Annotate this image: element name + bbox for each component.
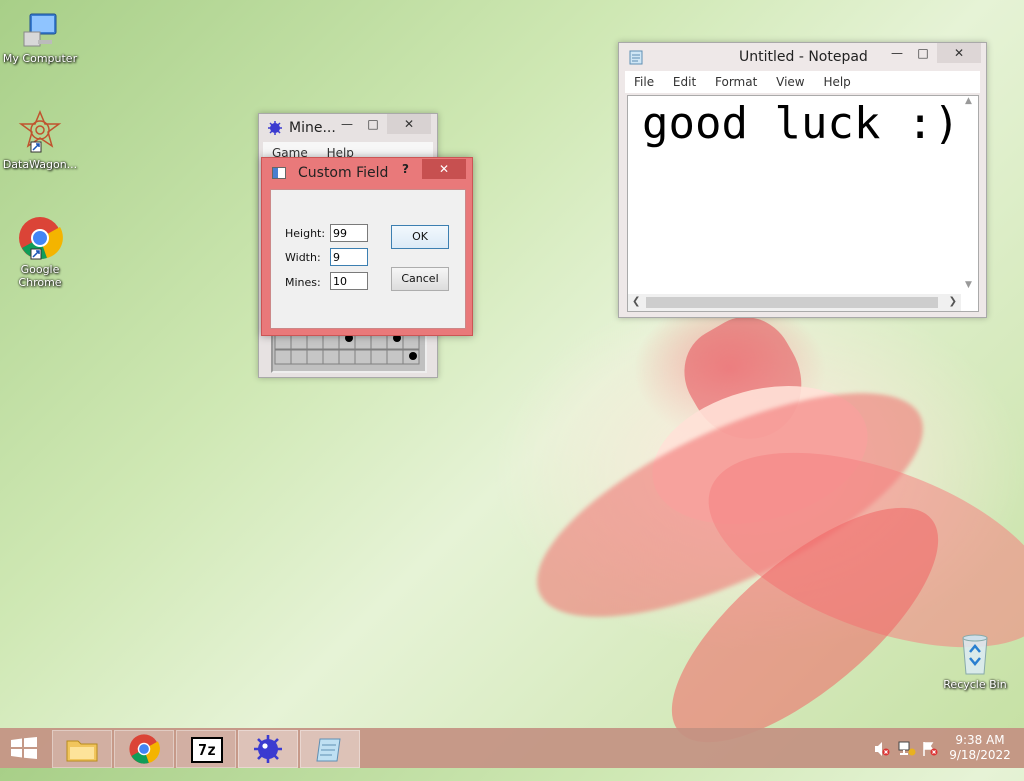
cancel-button[interactable]: Cancel bbox=[391, 267, 449, 291]
chrome-icon bbox=[129, 734, 160, 764]
chrome-icon bbox=[19, 217, 63, 260]
scroll-right-arrow-icon[interactable]: ❯ bbox=[949, 296, 957, 307]
taskbar-chrome[interactable] bbox=[114, 730, 174, 768]
folder-icon bbox=[66, 740, 98, 762]
dialog-window-icon bbox=[272, 167, 286, 179]
notepad-app-icon bbox=[629, 50, 643, 65]
minimize-button[interactable]: — bbox=[887, 43, 907, 63]
vertical-scrollbar[interactable]: ▲ ▼ bbox=[961, 96, 978, 292]
minimize-button[interactable]: — bbox=[337, 114, 357, 134]
scroll-up-arrow-icon[interactable]: ▲ bbox=[965, 96, 972, 106]
menu-format[interactable]: Format bbox=[715, 75, 757, 89]
computer-icon bbox=[23, 13, 57, 47]
scroll-thumb[interactable] bbox=[646, 297, 938, 308]
notepad-text[interactable]: good luck :) bbox=[642, 98, 960, 149]
dialog-body: Height: Width: Mines: OK Cancel bbox=[270, 189, 466, 329]
datawagon-icon bbox=[18, 110, 62, 153]
mines-label: Mines: bbox=[285, 276, 321, 289]
height-input[interactable] bbox=[330, 224, 368, 242]
height-label: Height: bbox=[285, 227, 326, 240]
notepad-window[interactable]: Untitled - Notepad — □ ✕ File Edit Forma… bbox=[618, 42, 987, 318]
notepad-editor[interactable]: good luck :) ▲ ▼ ❮ ❯ bbox=[627, 95, 979, 312]
notepad-title: Untitled - Notepad bbox=[739, 49, 868, 65]
taskbar-minesweeper[interactable] bbox=[238, 730, 298, 768]
7zip-icon: 7z bbox=[191, 737, 223, 763]
maximize-button[interactable]: □ bbox=[913, 43, 933, 63]
menu-view[interactable]: View bbox=[776, 75, 804, 89]
scroll-down-arrow-icon[interactable]: ▼ bbox=[965, 280, 972, 290]
mine-cells[interactable] bbox=[273, 331, 425, 371]
mines-input[interactable] bbox=[330, 272, 368, 290]
menu-help[interactable]: Help bbox=[823, 75, 850, 89]
desktop-icon-recycle-bin[interactable]: Recycle Bin bbox=[935, 632, 1015, 691]
scroll-left-arrow-icon[interactable]: ❮ bbox=[632, 296, 640, 307]
desktop-icon-datawagon[interactable]: DataWagon... bbox=[0, 110, 80, 171]
desktop-icon-google-chrome[interactable]: Google Chrome bbox=[0, 215, 80, 289]
help-button[interactable]: ? bbox=[402, 162, 409, 176]
width-input[interactable] bbox=[330, 248, 368, 266]
desktop-icon-label: Recycle Bin bbox=[943, 678, 1007, 691]
menu-file[interactable]: File bbox=[634, 75, 654, 89]
taskbar-7zip[interactable]: 7z bbox=[176, 730, 236, 768]
ok-button[interactable]: OK bbox=[391, 225, 449, 249]
maximize-button[interactable]: □ bbox=[363, 114, 383, 134]
minesweeper-title: Mine... bbox=[289, 120, 336, 136]
notepad-icon bbox=[316, 738, 341, 762]
clock[interactable]: 9:38 AM 9/18/2022 bbox=[948, 733, 1012, 763]
close-button[interactable]: ✕ bbox=[387, 114, 431, 134]
clock-date: 9/18/2022 bbox=[949, 748, 1011, 762]
custom-field-dialog[interactable]: Custom Field ? ✕ Height: Width: Mines: O… bbox=[261, 157, 473, 336]
minesweeper-icon bbox=[254, 735, 282, 763]
windows-logo-icon bbox=[11, 737, 37, 759]
action-center-flag-icon[interactable] bbox=[922, 741, 938, 757]
clock-time: 9:38 AM bbox=[955, 733, 1005, 747]
horizontal-scrollbar[interactable]: ❮ ❯ bbox=[628, 294, 961, 311]
width-label: Width: bbox=[285, 251, 321, 264]
desktop-icon-my-computer[interactable]: My Computer bbox=[0, 10, 80, 65]
speaker-muted-icon[interactable] bbox=[874, 741, 890, 757]
dialog-title: Custom Field bbox=[298, 165, 389, 181]
minesweeper-app-icon bbox=[268, 121, 282, 135]
recycle-bin-icon bbox=[962, 634, 988, 675]
taskbar: 7z 9:38 AM 9/18/2022 bbox=[0, 728, 1024, 768]
wallpaper-flower-stamen bbox=[667, 300, 823, 460]
dialog-close-button[interactable]: ✕ bbox=[422, 159, 466, 179]
desktop-icon-label: DataWagon... bbox=[2, 158, 78, 171]
desktop-icon-label: Google Chrome bbox=[18, 263, 62, 289]
network-icon[interactable] bbox=[898, 741, 916, 757]
desktop-icon-label: My Computer bbox=[2, 52, 78, 65]
minesweeper-titlebar[interactable]: Mine... — □ ✕ bbox=[259, 114, 437, 142]
close-button[interactable]: ✕ bbox=[937, 43, 981, 63]
taskbar-notepad[interactable] bbox=[300, 730, 360, 768]
taskbar-file-explorer[interactable] bbox=[52, 730, 112, 768]
notepad-titlebar[interactable]: Untitled - Notepad — □ ✕ bbox=[619, 43, 986, 71]
start-button[interactable] bbox=[10, 737, 38, 762]
menu-edit[interactable]: Edit bbox=[673, 75, 696, 89]
notepad-menubar: File Edit Format View Help bbox=[625, 71, 980, 93]
